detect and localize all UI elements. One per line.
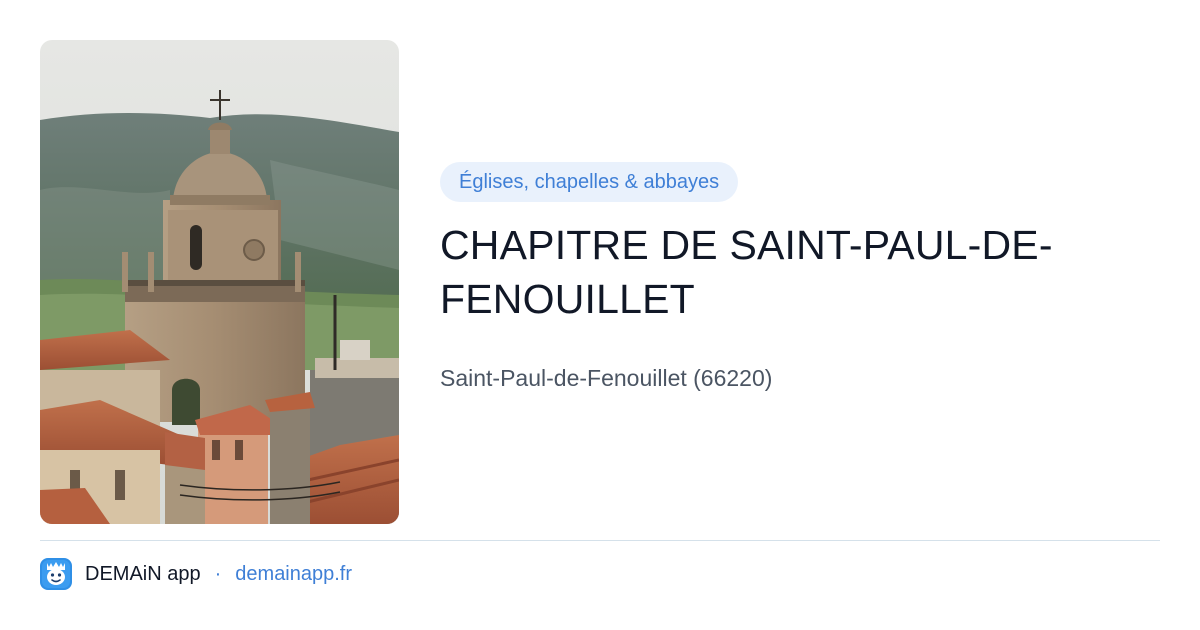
place-title: CHAPITRE DE SAINT-PAUL-DE-FENOUILLET (440, 222, 1053, 322)
category-badge[interactable]: Églises, chapelles & abbayes (440, 162, 739, 202)
footer: DEMAiN app · demainapp.fr (40, 557, 352, 591)
footer-divider (40, 540, 1160, 541)
church-photo-illustration (40, 40, 399, 524)
place-location: Saint-Paul-de-Fenouillet (66220) (440, 365, 773, 391)
share-card: Églises, chapelles & abbayes CHAPITRE DE… (0, 0, 1200, 630)
demain-app-logo-icon (40, 558, 72, 590)
app-url-link[interactable]: demainapp.fr (235, 563, 352, 586)
app-name: DEMAiN app (85, 562, 201, 585)
place-photo (40, 40, 399, 524)
footer-separator: · (214, 562, 222, 585)
